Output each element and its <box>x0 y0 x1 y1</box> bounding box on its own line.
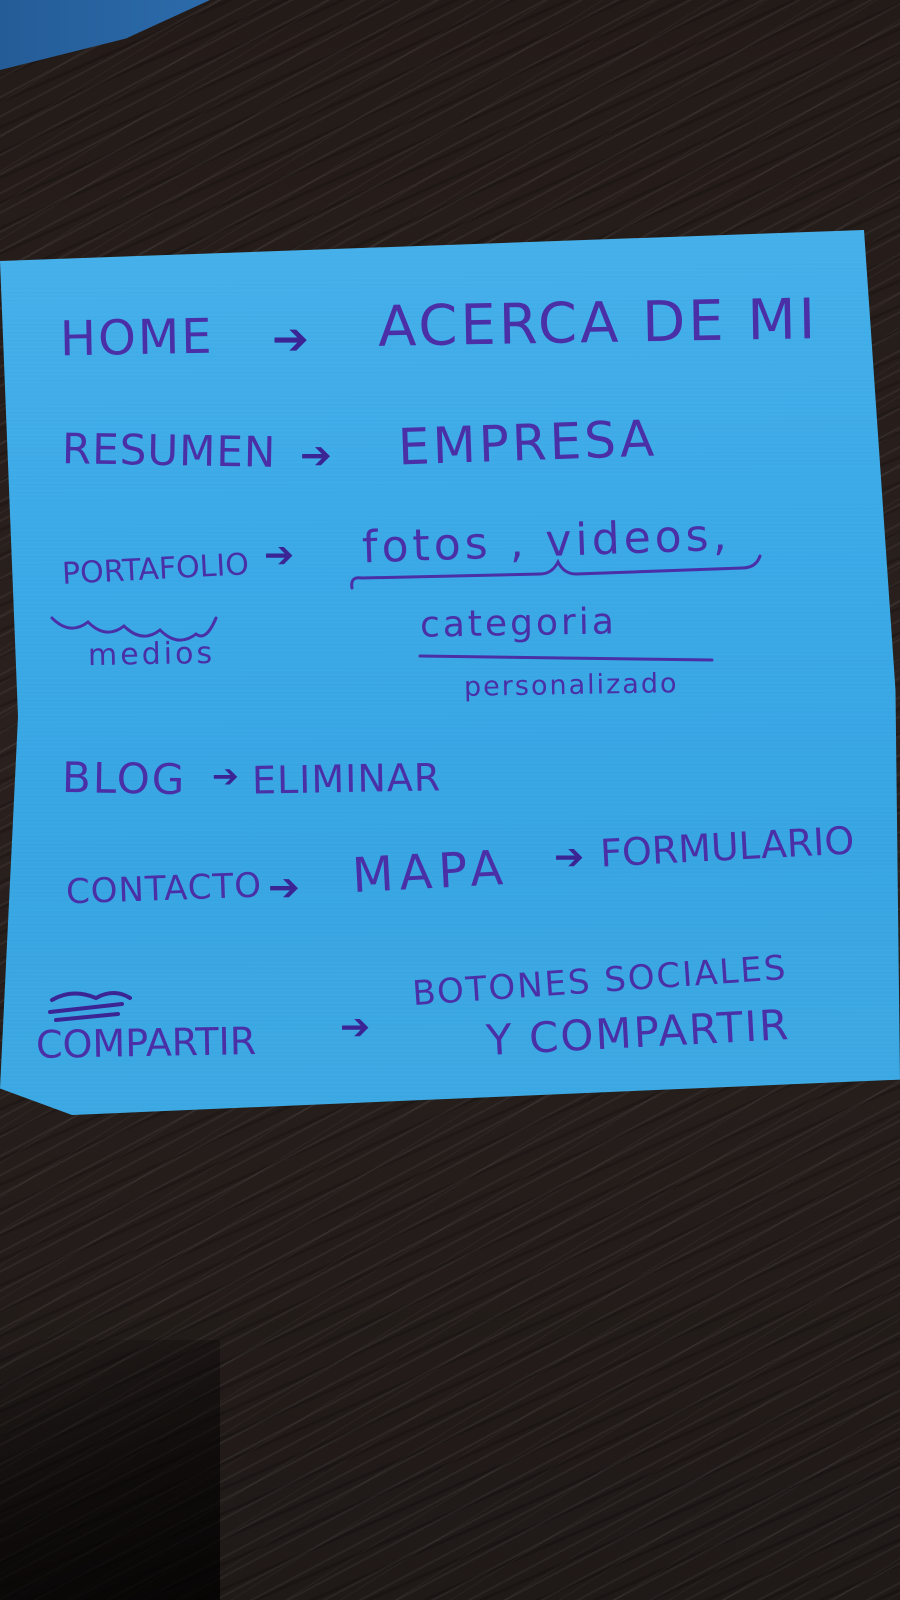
note-item-mapa: MAPA <box>350 839 511 905</box>
arrow-right-icon: ➔ <box>268 865 300 909</box>
arrow-right-icon: ➔ <box>212 757 239 795</box>
note-item-medios: medios <box>87 635 216 674</box>
shadow-corner <box>0 1340 220 1600</box>
note-item-categoria: categoria <box>419 601 618 646</box>
arrow-right-icon: ➔ <box>554 837 585 878</box>
note-item-home: HOME <box>59 308 215 368</box>
arrow-right-icon: ➔ <box>264 535 295 576</box>
note-item-personalizado: personalizado <box>463 668 679 703</box>
note-item-fotos-videos: fotos , videos, <box>361 509 732 574</box>
arrow-right-icon: ➔ <box>300 433 332 477</box>
note-item-empresa: EMPRESA <box>397 409 659 477</box>
note-item-resumen: RESUMEN <box>61 424 277 477</box>
note-item-acerca-de-mi: ACERCA DE MI <box>377 287 819 360</box>
blue-object-corner <box>0 0 210 70</box>
note-item-eliminar: ELIMINAR <box>251 755 442 803</box>
photo-scene: HOME ➔ ACERCA DE MI RESUMEN ➔ EMPRESA PO… <box>0 0 900 1600</box>
note-item-blog: BLOG <box>61 752 187 805</box>
note-item-contacto: CONTACTO <box>65 865 263 913</box>
arrow-right-icon: ➔ <box>340 1007 371 1048</box>
note-item-compartir: COMPARTIR <box>35 1019 257 1067</box>
arrow-right-icon: ➔ <box>272 314 309 365</box>
